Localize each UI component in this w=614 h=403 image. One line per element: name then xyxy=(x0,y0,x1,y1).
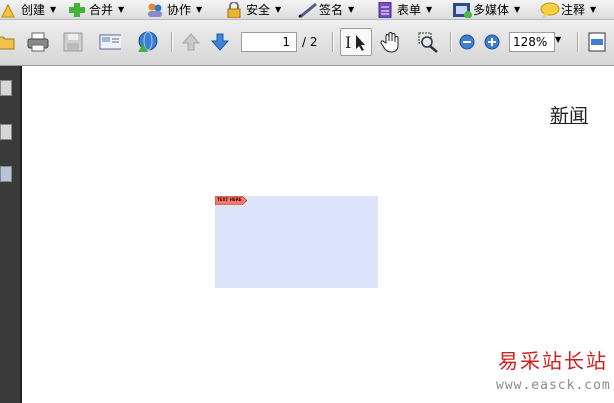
collaborate-icon xyxy=(146,2,164,18)
hand-icon xyxy=(380,32,399,53)
annotation-flag-label: TEXT HERE xyxy=(217,197,242,202)
prev-page-button[interactable] xyxy=(180,31,202,53)
toolbar-separator xyxy=(577,32,579,52)
envelope-icon xyxy=(99,34,121,50)
text-annotation-box[interactable] xyxy=(215,196,378,288)
page-number-input[interactable]: 1 xyxy=(241,32,297,52)
watermark-url: www.easck.com xyxy=(496,378,611,393)
print-button[interactable] xyxy=(27,31,49,53)
toolbar-separator xyxy=(171,32,173,52)
form-icon xyxy=(376,1,394,18)
folder-icon xyxy=(0,36,15,50)
menu-collaborate[interactable]: 协作 ▼ xyxy=(146,0,202,19)
globe-upload-icon xyxy=(138,31,158,52)
lock-icon xyxy=(225,0,243,18)
zoom-marquee-icon xyxy=(418,32,438,53)
pen-icon xyxy=(298,2,317,18)
comment-icon xyxy=(540,2,560,18)
signatures-panel-icon[interactable] xyxy=(0,166,12,182)
menu-sign[interactable]: 签名 ▼ xyxy=(298,0,354,19)
printer-icon xyxy=(27,32,49,52)
menu-combine[interactable]: 合并 ▼ xyxy=(68,0,124,19)
create-icon xyxy=(0,2,18,18)
arrow-up-icon xyxy=(181,33,201,51)
text-select-icon: I xyxy=(345,33,365,52)
menu-security[interactable]: 安全 ▼ xyxy=(225,0,281,19)
combine-icon xyxy=(68,2,86,18)
zoom-out-icon xyxy=(459,34,475,50)
zoom-in-icon xyxy=(484,34,500,50)
film-icon xyxy=(452,2,472,19)
menu-toolbar: 创建 ▼ 合并 ▼ 协作 ▼ 安全 ▼ 签名 ▼ 表单 ▼ 多媒体 ▼ 注释 ▼ xyxy=(0,0,614,20)
disk-icon xyxy=(63,32,83,52)
share-button[interactable] xyxy=(136,31,158,53)
toolbar-separator xyxy=(332,32,334,52)
pages-panel-icon[interactable] xyxy=(0,80,12,96)
svg-text:I: I xyxy=(345,33,351,52)
zoom-level-input[interactable]: 128% xyxy=(509,32,555,52)
save-button[interactable] xyxy=(62,31,84,53)
zoom-dropdown-icon[interactable]: ▼ xyxy=(555,35,561,44)
zoom-in-button[interactable] xyxy=(481,31,503,53)
menu-multimedia[interactable]: 多媒体 ▼ xyxy=(452,0,520,19)
open-button[interactable] xyxy=(0,31,16,53)
watermark-brand: 易采站长站 xyxy=(498,349,608,373)
toolbar-separator xyxy=(450,32,452,52)
main-toolbar: 1 / 2 I 128% ▼ xyxy=(0,20,614,66)
email-button[interactable] xyxy=(99,31,121,53)
zoom-out-button[interactable] xyxy=(456,31,478,53)
menu-create[interactable]: 创建 ▼ xyxy=(0,0,56,19)
document-heading: 新闻 xyxy=(550,105,589,127)
marquee-zoom-button[interactable] xyxy=(417,31,439,53)
hand-tool-button[interactable] xyxy=(380,31,402,53)
page-total-label: / 2 xyxy=(302,35,318,49)
menu-forms[interactable]: 表单 ▼ xyxy=(376,0,432,19)
menu-comment[interactable]: 注释 ▼ xyxy=(540,0,596,19)
select-tool-button[interactable]: I xyxy=(340,28,372,56)
attachments-panel-icon[interactable] xyxy=(0,124,12,140)
navigation-panel xyxy=(0,66,22,403)
fit-page-icon xyxy=(588,32,606,52)
fit-page-button[interactable] xyxy=(586,31,608,53)
arrow-down-icon xyxy=(210,33,230,51)
next-page-button[interactable] xyxy=(209,31,231,53)
